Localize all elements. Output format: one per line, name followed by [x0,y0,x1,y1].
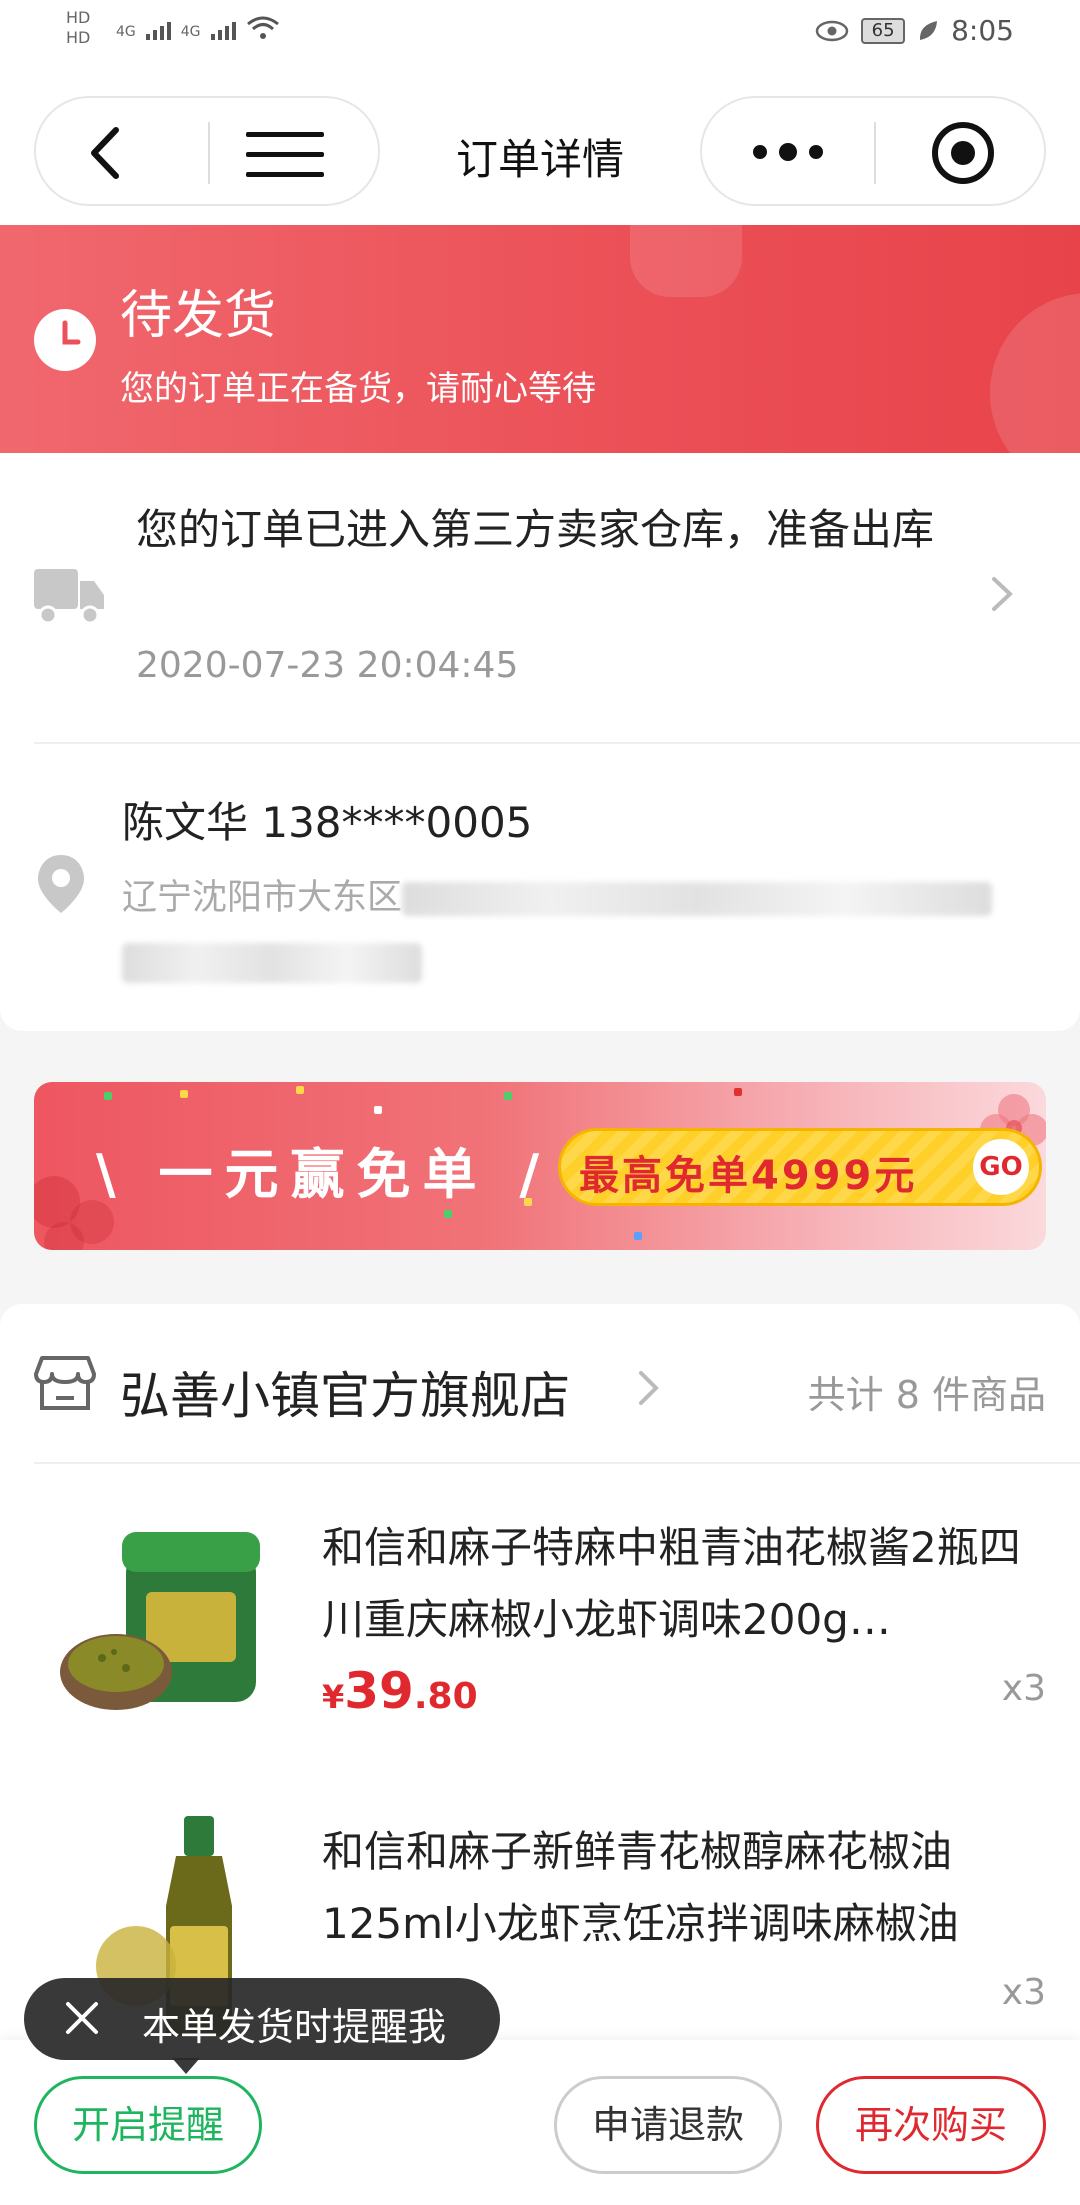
signal-bars-icon [145,22,171,40]
product-image-sauce-jar [60,1532,260,1710]
bottom-action-bar: 开启提醒 申请退款 再次购买 [0,2040,1080,2205]
clock-time: 8:05 [951,14,1014,47]
nav-right-capsule [700,96,1046,206]
address-redacted [402,882,993,916]
product-item[interactable]: 和信和麻子特麻中粗青油花椒酱2瓶四川重庆麻椒小龙虾调味200g… ¥39.80 … [0,1512,1080,1772]
store-icon [34,1356,96,1410]
truck-icon [34,569,104,625]
promo-banner[interactable]: \ 一元赢免单 / 最高免单4999元 GO [34,1082,1046,1250]
chevron-right-icon [639,1371,659,1405]
battery-indicator: 65 [861,17,906,44]
go-badge: GO [973,1139,1029,1195]
capsule-divider [874,122,876,184]
buy-again-button[interactable]: 再次购买 [816,2076,1046,2174]
address-line: 辽宁沈阳市大东区 [122,869,1022,920]
address-visible-text: 辽宁沈阳市大东区 [122,878,403,918]
network-label-2: 4G [180,24,201,40]
close-icon[interactable] [62,1998,102,2038]
reminder-tooltip: 本单发货时提醒我 [24,1978,500,2074]
location-pin-icon [38,855,84,913]
eye-icon [815,20,849,41]
price-decimal: .80 [413,1676,478,1717]
status-bar: HD HD 4G 4G 65 8:05 [0,0,1080,70]
tooltip-text: 本单发货时提醒我 [142,2005,447,2049]
enable-reminder-button[interactable]: 开启提醒 [34,2076,262,2174]
more-dots-icon[interactable] [750,138,826,166]
price-currency: ¥ [322,1678,345,1716]
promo-title: \ 一元赢免单 / [96,1143,552,1206]
product-quantity: x3 [1001,1668,1046,1709]
signal-bars-icon [210,22,236,40]
product-quantity: x3 [1001,1972,1046,2013]
chevron-left-icon[interactable] [84,126,128,180]
capsule-divider [208,122,210,184]
network-label-1: 4G [116,24,136,40]
product-price: ¥39.80 [322,1662,478,1720]
nav-bar: 订单详情 [0,70,1080,225]
clock-icon [34,309,96,371]
hd-indicators: HD HD [66,8,90,48]
address-line-2-redacted [122,943,422,983]
status-right: 65 8:05 [815,14,1014,47]
price-integer: 39 [344,1662,414,1720]
page-title: 订单详情 [455,135,624,184]
hamburger-menu-icon[interactable] [246,130,326,178]
nav-left-capsule [34,96,380,206]
product-title: 和信和麻子新鲜青花椒醇麻花椒油125ml小龙虾烹饪凉拌调味麻椒油 [322,1827,959,1948]
logistics-time: 2020-07-23 20:04:45 [136,645,519,686]
tooltip-arrow [172,2058,200,2074]
product-title: 和信和麻子特麻中粗青油花椒酱2瓶四川重庆麻椒小龙虾调味200g… [322,1523,1021,1644]
divider [34,742,1080,744]
record-target-icon[interactable] [930,120,996,186]
request-refund-button[interactable]: 申请退款 [554,2076,782,2174]
leaf-icon [920,20,938,40]
status-title: 待发货 [120,286,277,346]
hd-label-1: HD [66,8,91,27]
recipient-name-phone: 陈文华 138****0005 [122,798,533,847]
promo-cta-button[interactable]: 最高免单4999元 GO [558,1128,1042,1206]
divider [34,1462,1080,1464]
chevron-right-icon [992,577,1013,611]
status-subtitle: 您的订单正在备货，请耐心等待 [120,369,596,409]
order-status-banner: 待发货 您的订单正在备货，请耐心等待 [0,225,1080,453]
order-detail-page: HD HD 4G 4G 65 8:05 订单详情 待发货 您的订单正在备货，请耐… [0,0,1080,2205]
signal-group: 4G 4G [116,16,280,40]
logistics-address-card: 您的订单已进入第三方卖家仓库，准备出库 2020-07-23 20:04:45 … [0,453,1080,1031]
shop-name: 弘善小镇官方旗舰店 [120,1367,570,1425]
promo-cta-label: 最高免单4999元 [579,1153,918,1199]
item-count: 共计 8 件商品 [807,1373,1046,1417]
hd-label-2: HD [66,28,91,47]
logistics-text: 您的订单已进入第三方卖家仓库，准备出库 [136,505,935,554]
wifi-icon [246,16,279,39]
